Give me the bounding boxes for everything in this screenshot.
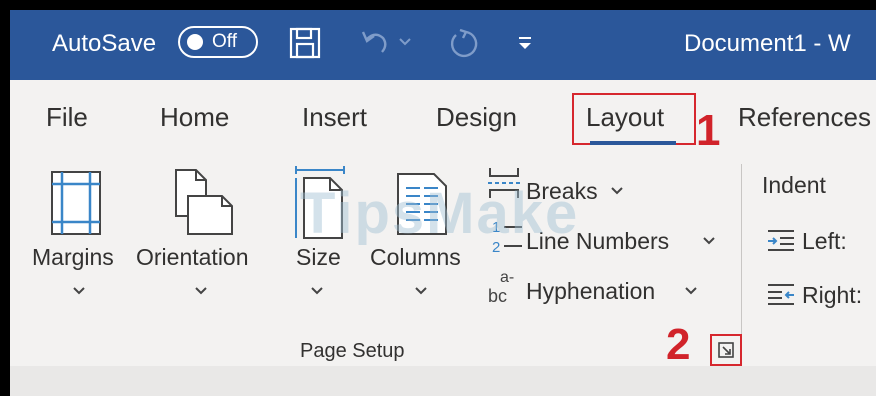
document-area-strip: [10, 366, 876, 396]
redo-icon[interactable]: [446, 26, 480, 60]
undo-dropdown-chevron-icon[interactable]: [398, 36, 412, 48]
active-tab-underline: [590, 141, 676, 145]
margins-button[interactable]: Margins: [32, 244, 114, 271]
orientation-button[interactable]: Orientation: [136, 244, 249, 271]
svg-text:a-: a-: [500, 269, 514, 286]
step-2-callout: 2: [666, 320, 691, 369]
tab-design[interactable]: Design: [436, 102, 517, 133]
save-icon[interactable]: [288, 26, 322, 60]
tab-references[interactable]: References: [738, 102, 871, 133]
columns-button[interactable]: Columns: [370, 244, 461, 271]
autosave-toggle[interactable]: Off: [178, 26, 258, 58]
tab-file[interactable]: File: [46, 102, 88, 133]
indent-right-label: Right:: [802, 282, 863, 308]
indent-left-label: Left:: [802, 228, 847, 254]
orientation-icon[interactable]: [170, 166, 236, 240]
orientation-chevron-down-icon[interactable]: [194, 286, 208, 296]
customize-toolbar-icon[interactable]: [516, 34, 534, 52]
indent-left-icon: [768, 230, 794, 251]
tab-home[interactable]: Home: [160, 102, 229, 133]
hyphenation-icon[interactable]: a- bc: [486, 266, 524, 306]
tab-layout[interactable]: Layout: [586, 102, 664, 133]
hyphenation-chevron-down-icon[interactable]: [684, 286, 698, 296]
window-frame: AutoSave Off Document1 - W File Home Ins…: [0, 0, 876, 396]
ribbon-tabs: File Home Insert Design Layout 1 Referen…: [10, 80, 876, 156]
margins-icon[interactable]: [48, 168, 104, 238]
page-setup-group-label: Page Setup: [300, 340, 405, 362]
page-setup-dialog-launcher[interactable]: [710, 334, 742, 366]
document-title: Document1 - W: [684, 30, 851, 57]
title-bar: AutoSave Off Document1 - W: [10, 10, 876, 80]
group-separator: [741, 164, 742, 334]
breaks-chevron-down-icon[interactable]: [610, 186, 624, 196]
margins-chevron-down-icon[interactable]: [72, 286, 86, 296]
svg-text:bc: bc: [488, 286, 507, 306]
indent-group-label: Indent: [762, 172, 826, 198]
dialog-launcher-icon: [718, 342, 734, 358]
size-chevron-down-icon[interactable]: [310, 286, 324, 296]
toggle-knob: [187, 34, 203, 50]
toggle-state-label: Off: [212, 31, 237, 52]
columns-chevron-down-icon[interactable]: [414, 286, 428, 296]
indent-right-icon: [768, 284, 794, 305]
hyphenation-button[interactable]: Hyphenation: [526, 278, 655, 305]
autosave-label: AutoSave: [52, 30, 157, 57]
step-1-callout: 1: [696, 106, 721, 155]
undo-icon[interactable]: [358, 26, 392, 60]
watermark: TipsMake: [300, 181, 580, 246]
tab-insert[interactable]: Insert: [302, 102, 367, 133]
line-numbers-chevron-down-icon[interactable]: [702, 236, 716, 246]
size-button[interactable]: Size: [296, 244, 341, 271]
